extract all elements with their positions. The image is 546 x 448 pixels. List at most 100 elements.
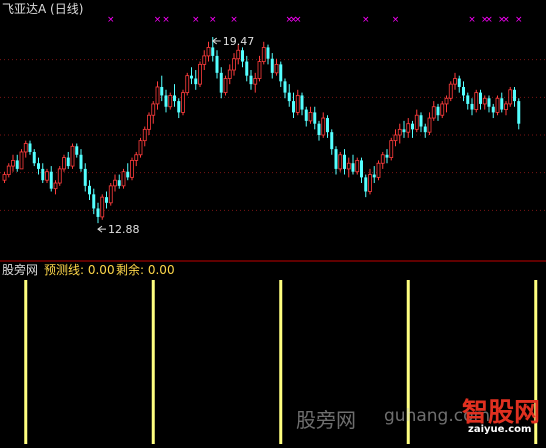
candle-body-up: [121, 171, 126, 187]
candle-body-up: [431, 106, 436, 119]
candle-body-down: [164, 95, 168, 107]
top-signal-marker: ×: [162, 15, 170, 25]
watermark-logo-url: zaiyue.com: [468, 424, 532, 435]
candle-body-down: [457, 78, 461, 87]
candle-body-down: [491, 106, 495, 113]
candle-body-up: [368, 174, 372, 192]
candle-body-down: [88, 185, 91, 195]
candle-body-up: [427, 117, 432, 133]
candle-body-down: [466, 95, 470, 104]
candle-body-up: [308, 112, 313, 122]
top-signal-marker: ×: [294, 15, 302, 25]
candle-body-up: [138, 140, 143, 156]
candle-body-up: [62, 157, 66, 170]
signal-bar: [279, 280, 283, 444]
top-signal-marker: ×: [485, 15, 493, 25]
candle-body-up: [227, 69, 232, 79]
chart-stage: × × × × × × × × × × × × × × × × × 19.47 12.88 飞亚达A (日线) 股旁…: [0, 0, 546, 444]
candle-body-down: [343, 154, 346, 169]
candle-body-down: [266, 47, 270, 59]
candle-body-down: [32, 151, 36, 164]
candle-body-down: [105, 197, 108, 203]
top-signal-marker: ×: [392, 15, 400, 25]
candle-body-down: [219, 72, 223, 93]
candle-body-up: [414, 114, 419, 130]
candle-body-down: [245, 61, 249, 76]
candle-body-down: [479, 92, 482, 104]
candle-body-down: [470, 103, 474, 110]
candle-body-up: [130, 160, 134, 178]
candle-body-up: [142, 128, 147, 142]
candle-body-down: [334, 149, 338, 169]
candle-body-up: [223, 78, 228, 94]
candle-body-down: [313, 112, 317, 124]
candle-body-down: [279, 64, 283, 82]
top-signal-marker: ×: [468, 15, 476, 25]
candle-body-down: [326, 118, 329, 133]
candle-body-up: [45, 171, 49, 181]
candle-body-down: [211, 47, 215, 56]
indicator-predict-label: 预测线: 0.00: [44, 263, 115, 277]
top-signal-marker: ×: [192, 15, 200, 25]
candle-body-down: [79, 154, 83, 169]
candle-body-up: [397, 128, 402, 136]
candle-body-down: [177, 101, 181, 113]
candle-body-down: [517, 101, 521, 124]
candle-body-down: [173, 95, 176, 102]
candle-body-up: [274, 63, 279, 74]
annotation-high-label: 19.47: [223, 35, 255, 48]
candle-body-down: [66, 157, 70, 167]
candle-body-down: [300, 95, 304, 110]
candle-body-up: [57, 168, 62, 184]
candle-body-up: [19, 151, 24, 170]
candle-body-down: [372, 174, 376, 178]
candle-body-down: [351, 163, 355, 172]
annotation-low-label: 12.88: [108, 223, 140, 236]
candle-body-down: [249, 75, 253, 85]
top-signal-marker: ×: [230, 15, 238, 25]
candle-body-up: [108, 185, 113, 204]
top-signal-marker: ×: [154, 15, 162, 25]
candle-body-down: [287, 92, 291, 102]
watermark-site-cn: 股旁网: [296, 408, 356, 432]
candle-body-down: [419, 115, 423, 127]
candle-body-down: [360, 160, 363, 178]
top-signal-marker: ×: [209, 15, 217, 25]
candle-body-up: [474, 92, 479, 110]
chart-canvas: × × × × × × ××× × × × ×× ×× ×19.4712.88: [0, 15, 546, 444]
candle-body-down: [330, 132, 334, 150]
candle-body-up: [155, 86, 160, 105]
candle-body-up: [253, 78, 258, 85]
candle-body-up: [355, 160, 360, 173]
candle-body-up: [495, 97, 500, 113]
candle-body-down: [364, 177, 368, 192]
candle-body-down: [270, 58, 274, 73]
top-signal-marker: ×: [502, 15, 510, 25]
candle-body-up: [389, 140, 394, 158]
candle-body-down: [304, 109, 308, 121]
candle-body-down: [423, 126, 427, 133]
candle-body-down: [92, 194, 96, 209]
candle-body-up: [380, 154, 385, 164]
candle-body-up: [338, 154, 343, 170]
candle-body-up: [261, 47, 266, 62]
candle-body-up: [53, 182, 58, 190]
candle-body-up: [185, 75, 190, 94]
candle-body-up: [23, 143, 28, 153]
candle-body-down: [194, 78, 198, 85]
candle-body-up: [198, 63, 202, 85]
candle-body-down: [215, 55, 219, 73]
candle-body-down: [41, 168, 45, 181]
candle-body-down: [117, 180, 121, 186]
candle-body-up: [444, 97, 449, 105]
candle-body-down: [283, 81, 287, 93]
candle-body-down: [160, 86, 164, 96]
candle-body-up: [504, 103, 508, 110]
candle-body-down: [411, 123, 414, 130]
candle-body-up: [321, 117, 326, 136]
candle-body-up: [482, 97, 487, 105]
candle-body-up: [236, 49, 241, 60]
candle-body-up: [257, 61, 262, 79]
candle-body-down: [49, 171, 53, 189]
candle-body-up: [440, 103, 445, 116]
